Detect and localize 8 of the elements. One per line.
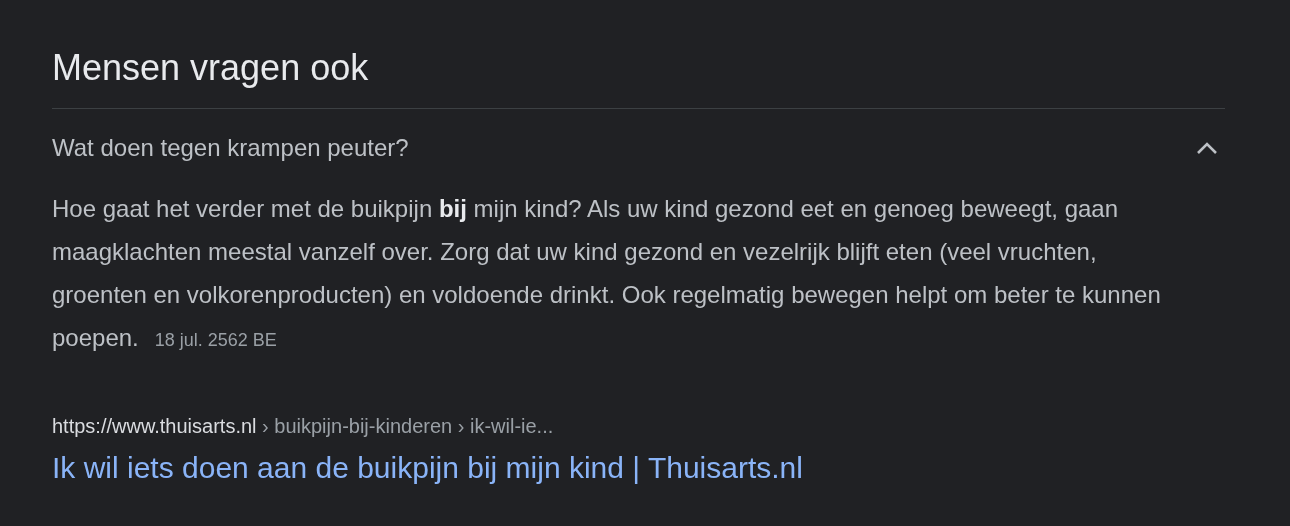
answer-paragraph: Hoe gaat het verder met de buikpijn bij mijn kind? Als uw kind gezond eet en genoeg beweegt, gaan maagklachten meestal vanzelf over. Zorg dat uw kind gezond en vezelrijk blijft eten (veel vruchten, groenten en volkorenproducten) en voldoende drinkt. Ook regelmatig bewegen helpt om beter te kunnen poepen. 18 jul. 2562 BE	[52, 194, 1162, 353]
source-url: https://www.thuisarts.nl	[52, 415, 257, 437]
result-title-link[interactable]: Ik wil iets doen aan de buikpijn bij mijn kind | Thuisarts.nl	[52, 448, 803, 488]
source-breadcrumb: › buikpijn-bij-kinderen › ik-wil-ie...	[261, 415, 554, 437]
section-heading: Mensen vragen ook	[52, 44, 1225, 109]
question-text[interactable]: Wat doen tegen krampen peuter?	[52, 130, 409, 166]
answer-date: 18 jul. 2562 BE	[154, 330, 277, 350]
collapse-chevron-icon[interactable]	[1196, 141, 1218, 155]
